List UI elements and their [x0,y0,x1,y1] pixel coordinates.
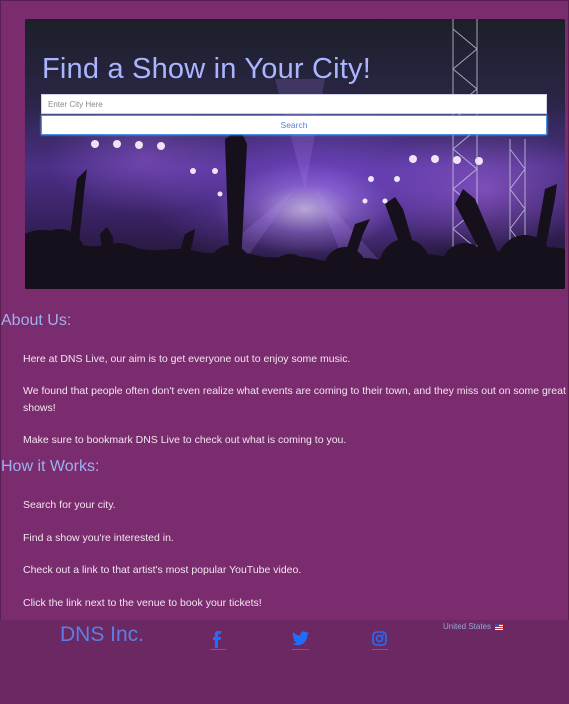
about-heading: About Us: [1,312,72,329]
how-step: Click the link next to the venue to book… [23,597,262,609]
hero-title: Find a Show in Your City! [42,53,372,85]
locale-label: United States [443,622,492,631]
facebook-link[interactable] [210,631,226,650]
about-paragraph: Make sure to bookmark DNS Live to check … [23,434,347,446]
how-it-works-heading: How it Works: [1,458,100,475]
twitter-link[interactable] [292,631,309,650]
link-underline [292,648,309,650]
city-search-input[interactable] [41,94,547,114]
link-underline [210,648,226,650]
instagram-icon [372,631,387,646]
site-footer: DNS Inc. United States [0,620,569,704]
hero-banner: Find a Show in Your City! Search [25,19,565,289]
facebook-icon [213,631,221,648]
search-button[interactable]: Search [41,115,547,135]
us-flag-icon [495,623,504,630]
how-step: Find a show you're interested in. [23,532,174,544]
footer-brand: DNS Inc. [60,623,145,646]
about-paragraph: We found that people often don't even re… [23,385,566,414]
how-step: Search for your city. [23,499,116,511]
twitter-icon [292,631,309,646]
instagram-link[interactable] [372,631,388,650]
locale-selector[interactable]: United States [443,622,504,631]
link-underline [372,648,388,650]
how-step: Check out a link to that artist's most p… [23,564,302,576]
about-paragraph: Here at DNS Live, our aim is to get ever… [23,353,351,365]
